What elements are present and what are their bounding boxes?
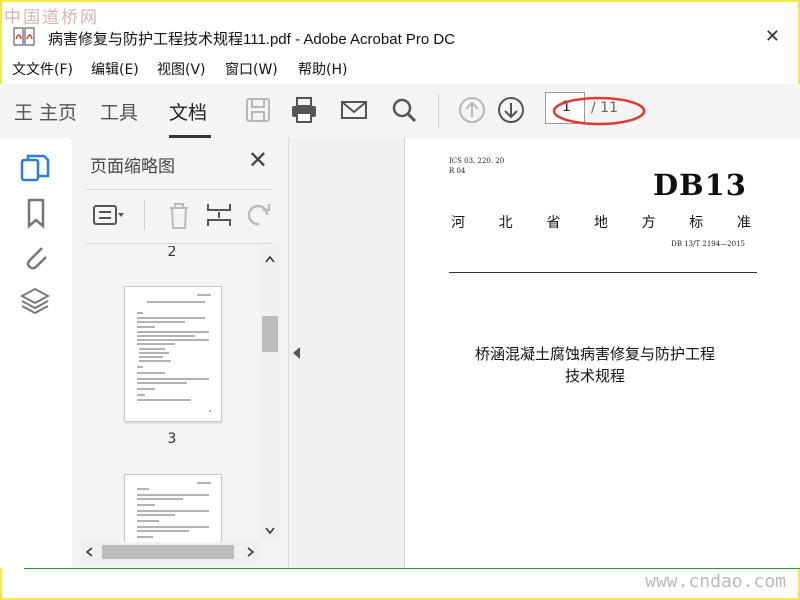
- print-icon[interactable]: [290, 96, 318, 124]
- panel-divider: [86, 189, 272, 190]
- heading-char: 准: [736, 215, 751, 231]
- heading-char: 标: [689, 215, 704, 231]
- insert-page-icon[interactable]: [202, 198, 236, 232]
- page-thumbnail[interactable]: [124, 474, 222, 542]
- previous-page-icon[interactable]: [458, 96, 486, 124]
- menu-bar: 文文件(F) 编辑(E) 视图(V) 窗口(W) 帮助(H): [0, 56, 800, 82]
- menu-view[interactable]: 视图(V): [157, 59, 206, 79]
- next-page-icon[interactable]: [497, 96, 525, 124]
- tab-document[interactable]: 文档: [169, 98, 207, 125]
- panel-separator: [144, 200, 145, 230]
- menu-help[interactable]: 帮助(H): [298, 59, 347, 79]
- panel-title: 页面缩略图: [90, 157, 175, 177]
- thumbnail-vertical-scrollbar[interactable]: [260, 246, 280, 542]
- rotate-page-icon[interactable]: [242, 198, 276, 232]
- collapse-panel-arrow-icon[interactable]: [293, 347, 300, 359]
- ics-line: ICS 03. 220. 20: [449, 157, 505, 165]
- thumbnail-list: 2 3: [72, 246, 260, 542]
- r-line: R 04: [449, 167, 466, 175]
- heading-char: 北: [498, 215, 513, 231]
- title-bar: 病害修复与防护工程技术规程111.pdf - Adobe Acrobat Pro…: [0, 22, 800, 52]
- standard-type-heading: 河 北 省 地 方 标 准: [451, 212, 751, 232]
- menu-edit[interactable]: 编辑(E): [91, 59, 139, 79]
- heading-char: 省: [546, 215, 561, 231]
- panel-divider: [86, 243, 272, 244]
- page-thumbnails-icon[interactable]: [18, 152, 52, 186]
- attachments-icon[interactable]: [18, 240, 52, 274]
- page-label: 2: [167, 246, 177, 260]
- page-thumbnails-panel: 页面缩略图 ✕ 2 3: [72, 138, 289, 568]
- main-toolbar: 王 主页 工具 文档: [0, 84, 800, 139]
- page-thumbnail-content: [137, 482, 211, 538]
- panel-close-button[interactable]: ✕: [248, 146, 268, 174]
- heading-char: 方: [641, 215, 656, 231]
- bookmarks-icon[interactable]: [18, 196, 52, 230]
- document-title-line1: 桥涵混凝土腐蚀病害修复与防护工程: [474, 345, 715, 363]
- highlight-annotation: [552, 96, 646, 126]
- menu-file[interactable]: 文文件(F): [12, 59, 73, 79]
- window-title: 病害修复与防护工程技术规程111.pdf - Adobe Acrobat Pro…: [48, 31, 456, 48]
- document-ics-code: ICS 03. 220. 20 R 04: [449, 156, 504, 176]
- tab-tools[interactable]: 工具: [100, 98, 138, 125]
- thumbnail-horizontal-scrollbar[interactable]: [80, 542, 260, 562]
- heading-char: 河: [451, 215, 465, 231]
- email-icon[interactable]: [340, 96, 368, 124]
- page-label: 3: [167, 431, 177, 447]
- document-standard-code: DB13: [652, 168, 747, 202]
- toolbar-separator: [438, 94, 439, 128]
- heading-char: 地: [593, 215, 608, 231]
- document-rule-line: [449, 272, 757, 273]
- document-gutter: [289, 138, 404, 568]
- menu-window[interactable]: 窗口(W): [225, 59, 278, 79]
- layers-icon[interactable]: [18, 284, 52, 318]
- pdf-app-icon: [13, 27, 35, 46]
- options-menu-icon[interactable]: [92, 198, 126, 232]
- delete-page-icon[interactable]: [162, 198, 196, 232]
- site-url-watermark: www.cndao.com: [645, 571, 786, 592]
- document-title-line2: 技术规程: [564, 367, 625, 385]
- search-icon[interactable]: [390, 96, 418, 124]
- tab-home[interactable]: 王 主页: [14, 98, 77, 125]
- page-thumbnail[interactable]: [124, 286, 222, 422]
- save-icon[interactable]: [244, 96, 272, 124]
- navigation-pane-strip: [0, 138, 70, 568]
- scrollbar-graphics: [262, 255, 278, 535]
- page-thumbnail-content: [137, 294, 211, 412]
- window-close-button[interactable]: ✕: [765, 26, 780, 47]
- standard-number: DB 13/T 2194—2015: [671, 240, 745, 248]
- scrollbar-graphics: [85, 545, 255, 559]
- bottom-border-line: [24, 568, 800, 569]
- document-page: ICS 03. 220. 20 R 04 DB13 河 北 省 地 方 标 准 …: [404, 138, 800, 568]
